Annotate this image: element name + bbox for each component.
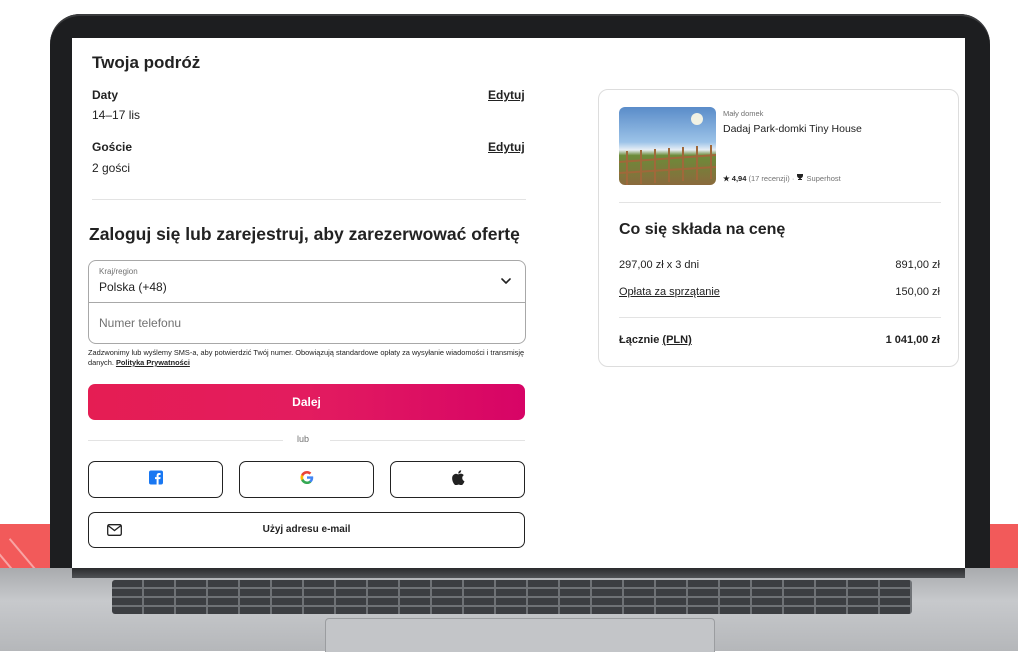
laptop-trackpad [325, 618, 715, 652]
trophy-icon [796, 174, 806, 183]
listing-name: Dadaj Park-domki Tiny House [723, 123, 862, 135]
email-login-button[interactable]: Użyj adresu e-mail [88, 512, 525, 548]
total-label-row: Łącznie (PLN) [619, 334, 692, 346]
login-title: Zaloguj się lub zarejestruj, aby zarezer… [89, 224, 520, 244]
guests-value: 2 gości [92, 161, 131, 175]
reviews-count: (17 recenzji) [748, 174, 790, 183]
country-value: Polska (+48) [99, 280, 167, 294]
card-divider [619, 202, 941, 203]
trip-title: Twoja podróż [92, 53, 201, 72]
dates-label: Daty [92, 88, 119, 102]
edit-dates-link[interactable]: Edytuj [488, 88, 525, 102]
nights-label: 297,00 zł x 3 dni [619, 259, 700, 271]
nights-value: 891,00 zł [895, 259, 940, 271]
listing-type: Mały domek [723, 109, 764, 118]
continue-button[interactable]: Dalej [88, 384, 525, 420]
laptop-keyboard [112, 580, 912, 614]
guests-label: Goście [92, 140, 133, 154]
country-label: Kraj/region [99, 267, 138, 276]
country-select[interactable]: Kraj/region Polska (+48) [89, 261, 525, 303]
or-divider-right [330, 440, 525, 441]
phone-form: Kraj/region Polska (+48) [88, 260, 526, 344]
superhost-badge: Superhost [806, 174, 841, 183]
listing-rating: ★ 4,94 (17 recenzji) · Superhost [723, 173, 841, 183]
cleaning-fee-value: 150,00 zł [895, 286, 940, 298]
dates-value: 14–17 lis [92, 108, 141, 122]
email-login-label: Użyj adresu e-mail [262, 524, 351, 535]
privacy-policy-link[interactable]: Polityka Prywatności [116, 358, 190, 367]
card-divider [619, 317, 941, 318]
edit-guests-link[interactable]: Edytuj [488, 140, 525, 154]
apple-login-button[interactable] [390, 461, 525, 498]
currency-link[interactable]: (PLN) [662, 334, 691, 346]
total-label: Łącznie [619, 334, 660, 346]
google-login-button[interactable] [239, 461, 374, 498]
price-card: Mały domek Dadaj Park-domki Tiny House ★… [598, 89, 959, 367]
rating-separator: · [791, 174, 795, 183]
apple-icon [451, 469, 464, 490]
chevron-down-icon [499, 274, 513, 293]
phone-input[interactable] [89, 303, 525, 343]
total-value: 1 041,00 zł [885, 334, 940, 346]
section-divider [92, 199, 526, 200]
google-icon [300, 470, 313, 489]
sms-note: Zadzwonimy lub wyślemy SMS-a, aby potwie… [88, 348, 528, 368]
laptop-screen: Twoja podróż Daty 14–17 lis Edytuj Gości… [72, 38, 965, 568]
facebook-login-button[interactable] [88, 461, 223, 498]
laptop-hinge [72, 568, 965, 578]
price-title: Co się składa na cenę [619, 221, 786, 238]
facebook-icon [148, 470, 163, 489]
or-label: lub [297, 434, 310, 444]
rating-value: ★ 4,94 [723, 174, 747, 183]
cleaning-fee-link[interactable]: Opłata za sprzątanie [619, 286, 720, 298]
or-divider-left [88, 440, 283, 441]
listing-photo[interactable] [619, 107, 716, 185]
